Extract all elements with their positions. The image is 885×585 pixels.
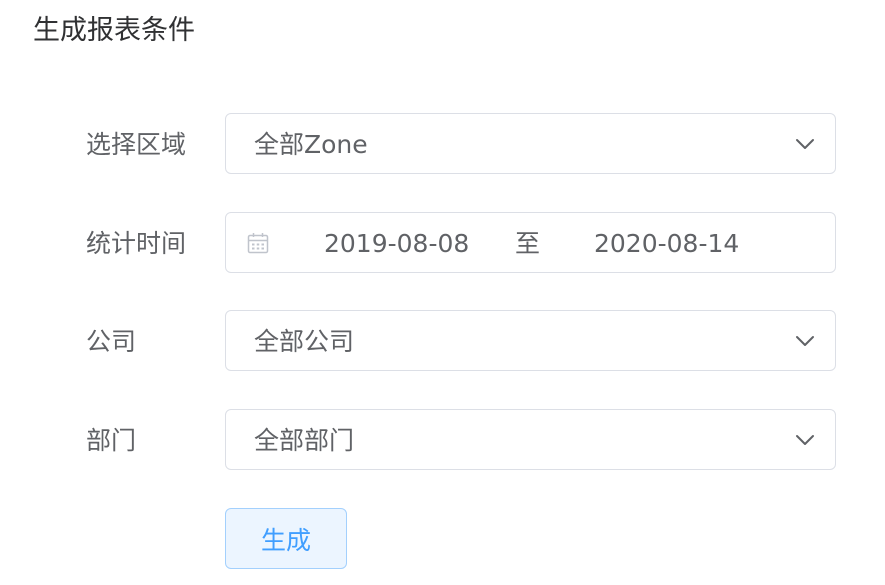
chevron-down-icon [795, 134, 815, 154]
date-range-picker[interactable]: 2019-08-08 至 2020-08-14 [225, 212, 836, 273]
end-date-input[interactable]: 2020-08-14 [594, 213, 739, 274]
department-label: 部门 [86, 426, 137, 455]
chevron-down-icon [795, 430, 815, 450]
generate-button[interactable]: 生成 [225, 508, 347, 569]
date-range-separator: 至 [515, 229, 541, 258]
department-select-value: 全部部门 [254, 426, 355, 455]
company-form-row: 公司 全部公司 [0, 310, 885, 374]
stat-time-label: 统计时间 [86, 229, 187, 258]
region-select[interactable]: 全部Zone [225, 113, 836, 174]
company-label: 公司 [86, 327, 137, 356]
company-select-value: 全部公司 [254, 327, 355, 356]
department-select[interactable]: 全部部门 [225, 409, 836, 470]
company-select[interactable]: 全部公司 [225, 310, 836, 371]
page-title: 生成报表条件 [33, 15, 195, 46]
region-form-row: 选择区域 全部Zone [0, 113, 885, 177]
chevron-down-icon [795, 331, 815, 351]
stat-time-form-row: 统计时间 2019-08-08 至 2020-08-14 [0, 212, 885, 276]
calendar-icon [247, 232, 269, 254]
region-label: 选择区域 [86, 130, 187, 159]
department-form-row: 部门 全部部门 [0, 409, 885, 473]
region-select-value: 全部Zone [254, 130, 368, 159]
start-date-input[interactable]: 2019-08-08 [324, 213, 469, 274]
